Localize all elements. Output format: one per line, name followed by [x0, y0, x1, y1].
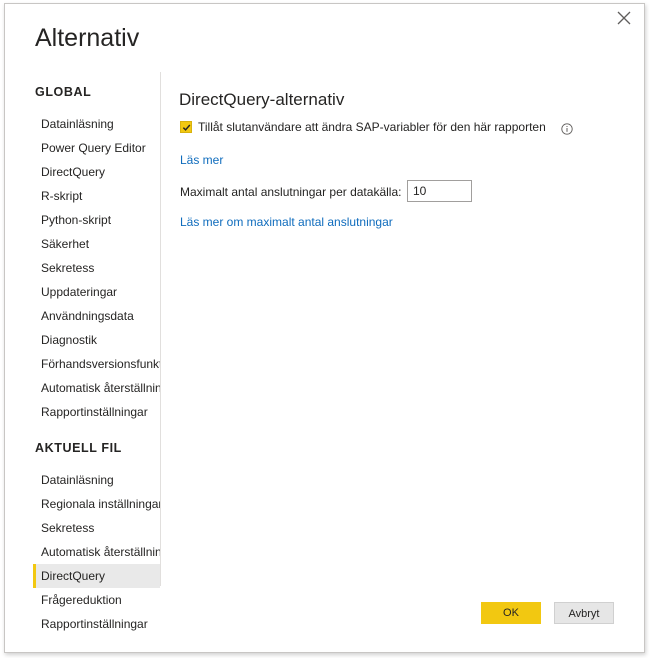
- sap-variables-checkbox[interactable]: [180, 121, 192, 133]
- sidebar-item-sekretess[interactable]: Sekretess: [33, 516, 160, 540]
- sidebar-item-anv-ndningsdata[interactable]: Användningsdata: [33, 304, 160, 328]
- sidebar-item-automatisk-terst-llning[interactable]: Automatisk återställning: [33, 376, 160, 400]
- max-connections-label: Maximalt antal anslutningar per datakäll…: [180, 185, 402, 199]
- sidebar-item-fr-gereduktion[interactable]: Frågereduktion: [33, 588, 160, 612]
- current-file-heading: AKTUELL FIL: [35, 441, 122, 455]
- sidebar-item-rapportinst-llningar[interactable]: Rapportinställningar: [33, 612, 160, 636]
- cancel-button[interactable]: Avbryt: [554, 602, 614, 624]
- sidebar-item-diagnostik[interactable]: Diagnostik: [33, 328, 160, 352]
- max-connections-input[interactable]: [407, 180, 472, 202]
- sidebar-item-datainl-sning[interactable]: Datainläsning: [33, 468, 160, 492]
- learn-more-connections-link[interactable]: Läs mer om maximalt antal anslutningar: [180, 215, 393, 229]
- sidebar-item-regionala-inst-llningar[interactable]: Regionala inställningar: [33, 492, 160, 516]
- sidebar-item-sekretess[interactable]: Sekretess: [33, 256, 160, 280]
- close-icon[interactable]: [616, 10, 632, 26]
- sap-variables-label: Tillåt slutanvändare att ändra SAP-varia…: [198, 120, 546, 134]
- sidebar-item-datainl-sning[interactable]: Datainläsning: [33, 112, 160, 136]
- sidebar-item-python-skript[interactable]: Python-skript: [33, 208, 160, 232]
- sidebar-item-uppdateringar[interactable]: Uppdateringar: [33, 280, 160, 304]
- sidebar-item-f-rhandsversionsfunktioner[interactable]: Förhandsversionsfunktioner: [33, 352, 160, 376]
- ok-button[interactable]: OK: [481, 602, 541, 624]
- sidebar-item-power-query-editor[interactable]: Power Query Editor: [33, 136, 160, 160]
- dialog-title: Alternativ: [35, 24, 140, 52]
- sidebar-item-s-kerhet[interactable]: Säkerhet: [33, 232, 160, 256]
- options-dialog: Alternativ GLOBAL Datainläsning Power Que…: [4, 3, 645, 653]
- info-icon[interactable]: [561, 122, 573, 140]
- sidebar-item-automatisk-terst-llning[interactable]: Automatisk återställning: [33, 540, 160, 564]
- sidebar-item-directquery[interactable]: DirectQuery: [33, 564, 160, 588]
- sidebar-item-directquery[interactable]: DirectQuery: [33, 160, 160, 184]
- sidebar-item-rapportinst-llningar[interactable]: Rapportinställningar: [33, 400, 160, 424]
- learn-more-link[interactable]: Läs mer: [180, 153, 223, 167]
- section-title: DirectQuery-alternativ: [179, 90, 345, 109]
- sidebar-item-r-skript[interactable]: R-skript: [33, 184, 160, 208]
- global-heading: GLOBAL: [35, 85, 92, 99]
- options-sidebar: GLOBAL Datainläsning Power Query Editor Di…: [33, 72, 161, 631]
